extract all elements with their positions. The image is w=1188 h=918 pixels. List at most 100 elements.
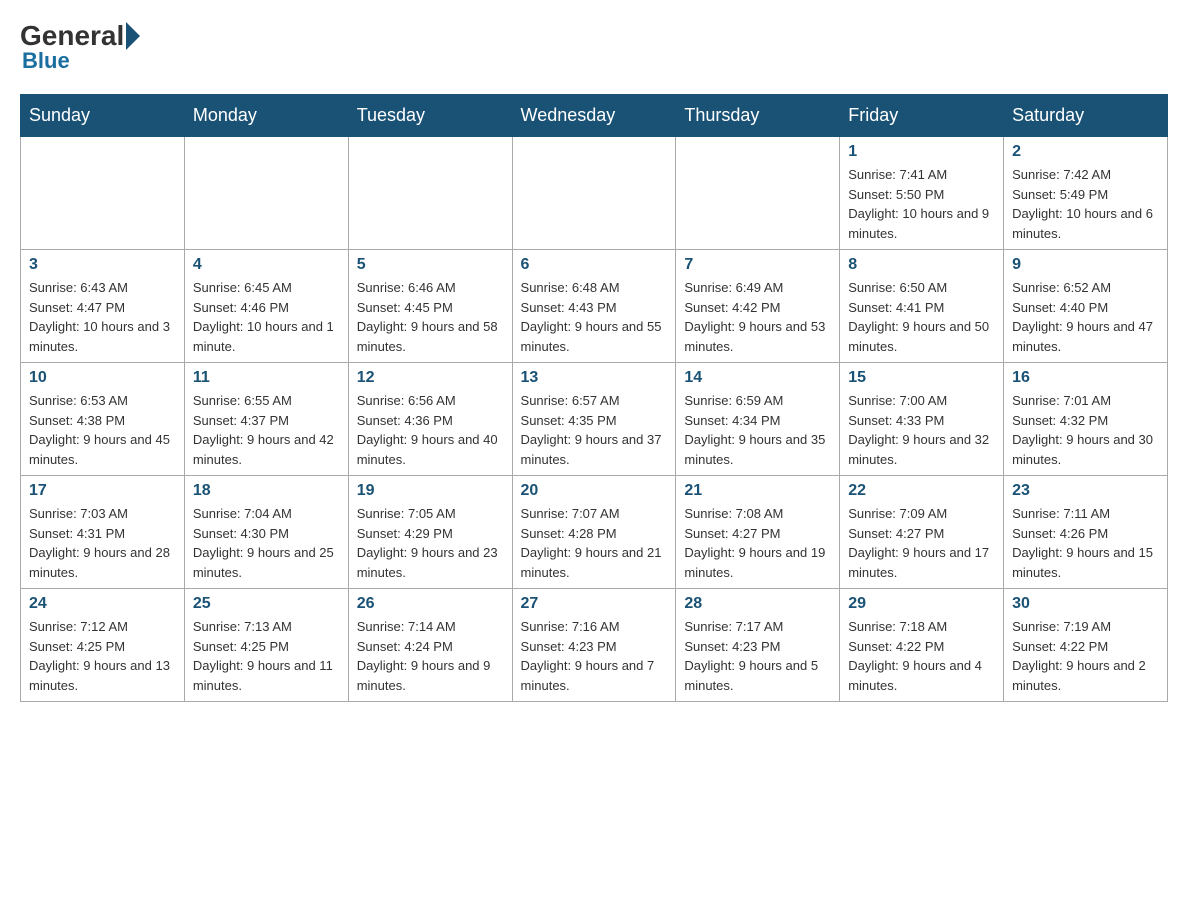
day-info: Sunrise: 7:09 AMSunset: 4:27 PMDaylight:… — [848, 504, 995, 582]
day-number: 10 — [29, 369, 176, 387]
calendar-cell: 12 Sunrise: 6:56 AMSunset: 4:36 PMDayligh… — [348, 363, 512, 476]
calendar-cell: 11 Sunrise: 6:55 AMSunset: 4:37 PMDayligh… — [184, 363, 348, 476]
day-number: 29 — [848, 595, 995, 613]
day-number: 22 — [848, 482, 995, 500]
day-number: 17 — [29, 482, 176, 500]
day-number: 16 — [1012, 369, 1159, 387]
day-number: 12 — [357, 369, 504, 387]
calendar-cell: 20 Sunrise: 7:07 AMSunset: 4:28 PMDayligh… — [512, 476, 676, 589]
calendar-cell: 7 Sunrise: 6:49 AMSunset: 4:42 PMDaylight… — [676, 250, 840, 363]
day-info: Sunrise: 6:49 AMSunset: 4:42 PMDaylight:… — [684, 278, 831, 356]
day-number: 8 — [848, 256, 995, 274]
day-info: Sunrise: 7:03 AMSunset: 4:31 PMDaylight:… — [29, 504, 176, 582]
day-number: 19 — [357, 482, 504, 500]
day-info: Sunrise: 7:17 AMSunset: 4:23 PMDaylight:… — [684, 617, 831, 695]
day-number: 15 — [848, 369, 995, 387]
day-number: 26 — [357, 595, 504, 613]
day-info: Sunrise: 6:48 AMSunset: 4:43 PMDaylight:… — [521, 278, 668, 356]
day-info: Sunrise: 7:13 AMSunset: 4:25 PMDaylight:… — [193, 617, 340, 695]
calendar-cell: 24Sunrise: 7:12 AMSunset: 4:25 PMDayligh… — [21, 589, 185, 702]
day-info: Sunrise: 6:52 AMSunset: 4:40 PMDaylight:… — [1012, 278, 1159, 356]
calendar-cell: 18 Sunrise: 7:04 AMSunset: 4:30 PMDayligh… — [184, 476, 348, 589]
day-info: Sunrise: 7:00 AMSunset: 4:33 PMDaylight:… — [848, 391, 995, 469]
calendar-cell: 15 Sunrise: 7:00 AMSunset: 4:33 PMDayligh… — [840, 363, 1004, 476]
day-number: 3 — [29, 256, 176, 274]
calendar-cell — [676, 137, 840, 250]
page-header: General Blue — [20, 20, 1168, 74]
calendar-cell: 1 Sunrise: 7:41 AMSunset: 5:50 PMDaylight… — [840, 137, 1004, 250]
calendar-header-row: SundayMondayTuesdayWednesdayThursdayFrid… — [21, 95, 1168, 137]
day-info: Sunrise: 7:41 AMSunset: 5:50 PMDaylight:… — [848, 165, 995, 243]
day-number: 28 — [684, 595, 831, 613]
calendar-cell: 9 Sunrise: 6:52 AMSunset: 4:40 PMDaylight… — [1004, 250, 1168, 363]
week-row-4: 17 Sunrise: 7:03 AMSunset: 4:31 PMDayligh… — [21, 476, 1168, 589]
calendar-cell: 3 Sunrise: 6:43 AMSunset: 4:47 PMDaylight… — [21, 250, 185, 363]
day-info: Sunrise: 7:04 AMSunset: 4:30 PMDaylight:… — [193, 504, 340, 582]
week-row-3: 10 Sunrise: 6:53 AMSunset: 4:38 PMDayligh… — [21, 363, 1168, 476]
day-number: 14 — [684, 369, 831, 387]
day-info: Sunrise: 6:43 AMSunset: 4:47 PMDaylight:… — [29, 278, 176, 356]
day-number: 11 — [193, 369, 340, 387]
day-info: Sunrise: 7:01 AMSunset: 4:32 PMDaylight:… — [1012, 391, 1159, 469]
day-info: Sunrise: 6:55 AMSunset: 4:37 PMDaylight:… — [193, 391, 340, 469]
header-wednesday: Wednesday — [512, 95, 676, 137]
day-number: 9 — [1012, 256, 1159, 274]
day-number: 1 — [848, 143, 995, 161]
calendar-cell: 8 Sunrise: 6:50 AMSunset: 4:41 PMDaylight… — [840, 250, 1004, 363]
calendar-cell — [184, 137, 348, 250]
day-info: Sunrise: 6:56 AMSunset: 4:36 PMDaylight:… — [357, 391, 504, 469]
day-number: 20 — [521, 482, 668, 500]
calendar-cell: 14 Sunrise: 6:59 AMSunset: 4:34 PMDayligh… — [676, 363, 840, 476]
day-info: Sunrise: 7:11 AMSunset: 4:26 PMDaylight:… — [1012, 504, 1159, 582]
day-info: Sunrise: 7:14 AMSunset: 4:24 PMDaylight:… — [357, 617, 504, 695]
day-info: Sunrise: 6:59 AMSunset: 4:34 PMDaylight:… — [684, 391, 831, 469]
calendar-cell: 27 Sunrise: 7:16 AMSunset: 4:23 PMDayligh… — [512, 589, 676, 702]
day-number: 21 — [684, 482, 831, 500]
day-number: 7 — [684, 256, 831, 274]
calendar-cell: 28 Sunrise: 7:17 AMSunset: 4:23 PMDayligh… — [676, 589, 840, 702]
week-row-1: 1 Sunrise: 7:41 AMSunset: 5:50 PMDaylight… — [21, 137, 1168, 250]
day-number: 13 — [521, 369, 668, 387]
calendar-cell: 23Sunrise: 7:11 AMSunset: 4:26 PMDayligh… — [1004, 476, 1168, 589]
header-saturday: Saturday — [1004, 95, 1168, 137]
day-number: 18 — [193, 482, 340, 500]
week-row-2: 3 Sunrise: 6:43 AMSunset: 4:47 PMDaylight… — [21, 250, 1168, 363]
logo-blue-text: Blue — [22, 48, 70, 74]
day-info: Sunrise: 6:45 AMSunset: 4:46 PMDaylight:… — [193, 278, 340, 356]
day-info: Sunrise: 7:05 AMSunset: 4:29 PMDaylight:… — [357, 504, 504, 582]
calendar-cell: 30 Sunrise: 7:19 AMSunset: 4:22 PMDayligh… — [1004, 589, 1168, 702]
day-number: 5 — [357, 256, 504, 274]
day-info: Sunrise: 6:53 AMSunset: 4:38 PMDaylight:… — [29, 391, 176, 469]
calendar-cell — [21, 137, 185, 250]
day-info: Sunrise: 7:16 AMSunset: 4:23 PMDaylight:… — [521, 617, 668, 695]
calendar-table: SundayMondayTuesdayWednesdayThursdayFrid… — [20, 94, 1168, 702]
calendar-cell: 19 Sunrise: 7:05 AMSunset: 4:29 PMDayligh… — [348, 476, 512, 589]
day-info: Sunrise: 7:07 AMSunset: 4:28 PMDaylight:… — [521, 504, 668, 582]
calendar-cell: 16 Sunrise: 7:01 AMSunset: 4:32 PMDayligh… — [1004, 363, 1168, 476]
day-info: Sunrise: 6:50 AMSunset: 4:41 PMDaylight:… — [848, 278, 995, 356]
day-info: Sunrise: 7:19 AMSunset: 4:22 PMDaylight:… — [1012, 617, 1159, 695]
header-friday: Friday — [840, 95, 1004, 137]
day-info: Sunrise: 6:46 AMSunset: 4:45 PMDaylight:… — [357, 278, 504, 356]
calendar-cell: 26 Sunrise: 7:14 AMSunset: 4:24 PMDayligh… — [348, 589, 512, 702]
calendar-cell: 10 Sunrise: 6:53 AMSunset: 4:38 PMDayligh… — [21, 363, 185, 476]
day-info: Sunrise: 7:08 AMSunset: 4:27 PMDaylight:… — [684, 504, 831, 582]
calendar-cell — [348, 137, 512, 250]
day-number: 27 — [521, 595, 668, 613]
logo: General Blue — [20, 20, 142, 74]
header-monday: Monday — [184, 95, 348, 137]
calendar-cell: 6 Sunrise: 6:48 AMSunset: 4:43 PMDaylight… — [512, 250, 676, 363]
calendar-cell: 25 Sunrise: 7:13 AMSunset: 4:25 PMDayligh… — [184, 589, 348, 702]
day-number: 6 — [521, 256, 668, 274]
day-number: 30 — [1012, 595, 1159, 613]
day-info: Sunrise: 7:12 AMSunset: 4:25 PMDaylight:… — [29, 617, 176, 695]
calendar-cell: 22 Sunrise: 7:09 AMSunset: 4:27 PMDayligh… — [840, 476, 1004, 589]
day-number: 4 — [193, 256, 340, 274]
calendar-cell: 4 Sunrise: 6:45 AMSunset: 4:46 PMDaylight… — [184, 250, 348, 363]
header-thursday: Thursday — [676, 95, 840, 137]
week-row-5: 24Sunrise: 7:12 AMSunset: 4:25 PMDayligh… — [21, 589, 1168, 702]
calendar-cell — [512, 137, 676, 250]
calendar-cell: 29Sunrise: 7:18 AMSunset: 4:22 PMDayligh… — [840, 589, 1004, 702]
header-tuesday: Tuesday — [348, 95, 512, 137]
day-number: 25 — [193, 595, 340, 613]
